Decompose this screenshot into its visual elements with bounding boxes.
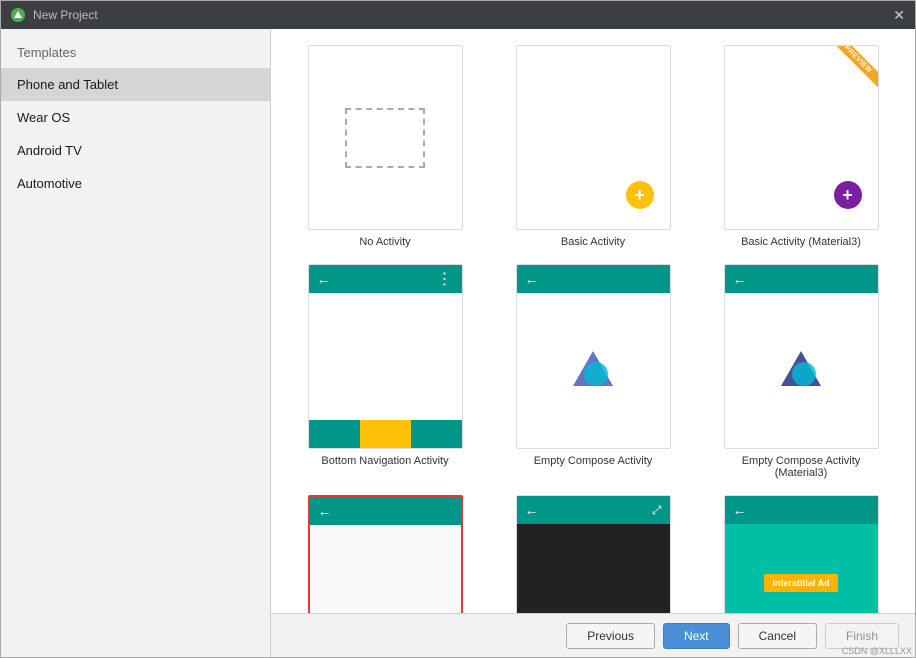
bottom-tab-1 xyxy=(309,420,360,448)
compose-icon xyxy=(568,346,618,396)
compose-body xyxy=(568,293,618,448)
title-bar-left: New Project xyxy=(11,8,98,22)
empty-back-arrow: ← xyxy=(318,503,332,519)
template-bottom-nav-thumb: ← ⋮ xyxy=(308,264,463,449)
preview-badge-container: PREVIEW xyxy=(828,46,878,96)
back-arrow-icon: ← xyxy=(317,271,331,287)
interstitial-card: Interstitial Ad xyxy=(764,574,837,592)
previous-button[interactable]: Previous xyxy=(566,623,655,649)
fullscreen-top: ← ⤢ xyxy=(517,496,670,524)
template-admob[interactable]: ← Interstitial Ad Google AdMob Ads Activ… xyxy=(707,495,895,613)
next-button[interactable]: Next xyxy=(663,623,730,649)
template-no-activity[interactable]: No Activity xyxy=(291,45,479,248)
template-empty-compose[interactable]: ← Empty Compose Activity xyxy=(499,264,687,479)
template-basic-activity[interactable]: + Basic Activity xyxy=(499,45,687,248)
template-empty-activity[interactable]: ← Empty Activity xyxy=(291,495,479,613)
admob-top: ← xyxy=(725,496,878,524)
fab-purple-icon: + xyxy=(834,181,862,209)
template-fullscreen-thumb: ← ⤢ xyxy=(516,495,671,613)
finish-button[interactable]: Finish xyxy=(825,623,899,649)
main-content: Templates Phone and Tablet Wear OS Andro… xyxy=(1,29,915,657)
sidebar: Templates Phone and Tablet Wear OS Andro… xyxy=(1,29,271,657)
bottom-bar: Previous Next Cancel Finish xyxy=(271,613,915,657)
phone-bottom-bar xyxy=(309,420,462,448)
admob-back-arrow: ← xyxy=(733,502,747,518)
compose-top: ← xyxy=(517,265,670,293)
template-empty-compose-m3-thumb: ← xyxy=(724,264,879,449)
template-admob-thumb: ← Interstitial Ad xyxy=(724,495,879,613)
sidebar-item-android-tv[interactable]: Android TV xyxy=(1,134,270,167)
compose-m3-back-arrow: ← xyxy=(733,271,747,287)
title-bar: New Project ✕ xyxy=(1,1,915,29)
sidebar-item-automotive[interactable]: Automotive xyxy=(1,167,270,200)
new-project-window: New Project ✕ Templates Phone and Tablet… xyxy=(0,0,916,658)
compose-m3-body xyxy=(776,293,826,448)
template-empty-compose-label: Empty Compose Activity xyxy=(534,455,653,467)
fullscreen-back-arrow: ← xyxy=(525,502,539,518)
template-grid: No Activity + Basic Activity PREVIEW xyxy=(271,29,915,613)
sidebar-title: Templates xyxy=(1,29,270,68)
template-basic-activity-m3[interactable]: PREVIEW + Basic Activity (Material3) xyxy=(707,45,895,248)
template-fullscreen[interactable]: ← ⤢ Fullscreen Activity xyxy=(499,495,687,613)
csdn-badge: CSDN @XLLLXX xyxy=(842,646,912,656)
sidebar-item-phone-tablet[interactable]: Phone and Tablet xyxy=(1,68,270,101)
empty-activity-top: ← xyxy=(310,497,461,525)
bottom-tab-3 xyxy=(411,420,462,448)
preview-badge: PREVIEW xyxy=(830,46,878,87)
template-empty-compose-m3-label: Empty Compose Activity (Material3) xyxy=(724,455,879,479)
admob-body: Interstitial Ad xyxy=(764,524,837,613)
cancel-button[interactable]: Cancel xyxy=(738,623,817,649)
close-button[interactable]: ✕ xyxy=(893,7,905,24)
template-bottom-nav-label: Bottom Navigation Activity xyxy=(321,455,448,467)
template-empty-compose-thumb: ← xyxy=(516,264,671,449)
bottom-tab-2 xyxy=(360,420,411,448)
compose-top-m3: ← xyxy=(725,265,878,293)
compose-back-arrow: ← xyxy=(525,271,539,287)
app-icon xyxy=(11,8,25,22)
fab-icon: + xyxy=(626,181,654,209)
template-basic-activity-m3-thumb: PREVIEW + xyxy=(724,45,879,230)
dots-icon: ⋮ xyxy=(437,269,454,289)
template-basic-activity-m3-label: Basic Activity (Material3) xyxy=(741,236,861,248)
phone-top-bar: ← ⋮ xyxy=(309,265,462,293)
template-empty-compose-m3[interactable]: ← Empty Compose Activity (Material3) xyxy=(707,264,895,479)
template-basic-activity-label: Basic Activity xyxy=(561,236,625,248)
template-basic-activity-thumb: + xyxy=(516,45,671,230)
template-bottom-nav[interactable]: ← ⋮ Bottom Navigation Activity xyxy=(291,264,479,479)
template-empty-activity-thumb: ← xyxy=(308,495,463,613)
dashed-rect xyxy=(345,108,425,168)
template-no-activity-thumb xyxy=(308,45,463,230)
fullscreen-expand-icon: ⤢ xyxy=(652,503,662,518)
template-no-activity-label: No Activity xyxy=(359,236,410,248)
content-area: No Activity + Basic Activity PREVIEW xyxy=(271,29,915,657)
sidebar-item-wear-os[interactable]: Wear OS xyxy=(1,101,270,134)
window-title: New Project xyxy=(33,8,98,22)
compose-m3-icon xyxy=(776,346,826,396)
